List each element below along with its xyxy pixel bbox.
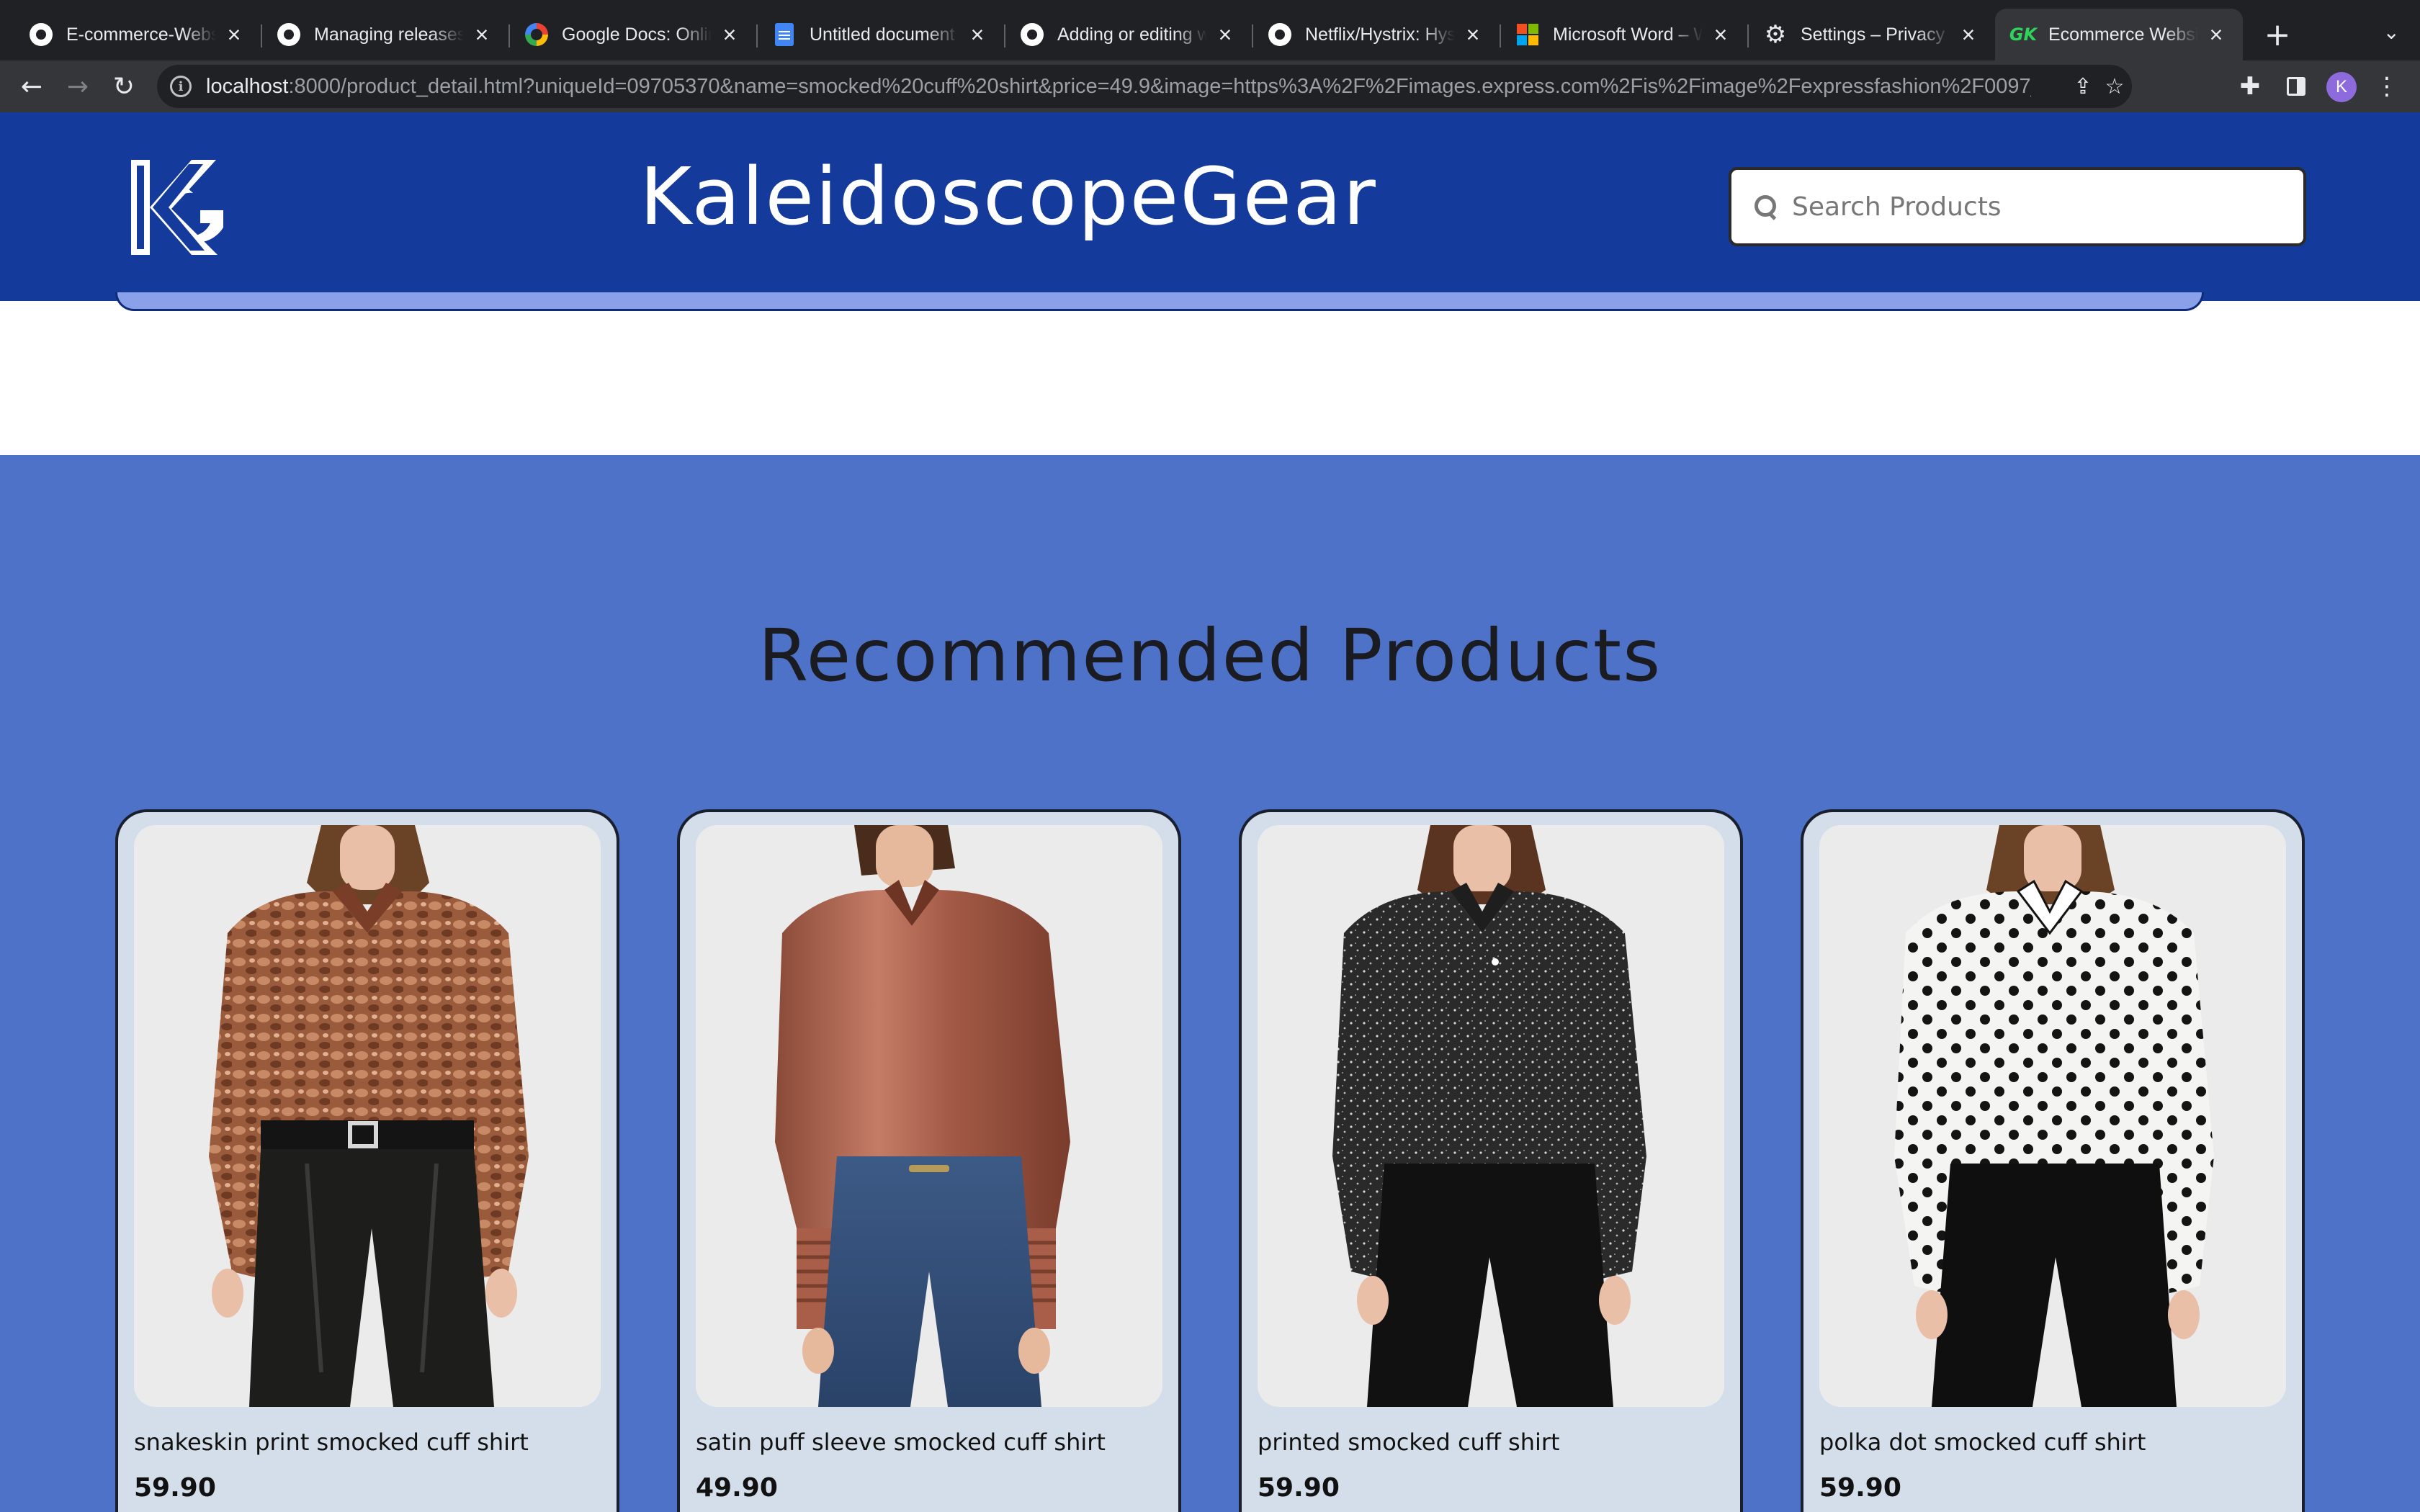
microsoft-icon <box>1515 22 1540 47</box>
profile-avatar[interactable]: K <box>2326 72 2357 102</box>
tab-title: Ecommerce Website <box>2048 24 2198 45</box>
kebab-menu-icon[interactable]: ⋮ <box>2364 63 2410 109</box>
forward-arrow-icon[interactable]: → <box>55 63 101 109</box>
share-icon[interactable]: ⇪ <box>2070 73 2096 99</box>
bookmark-star-icon[interactable]: ☆ <box>2102 73 2128 99</box>
tab-title: Netflix/Hystrix: Hystrix <box>1305 24 1455 45</box>
close-icon[interactable]: × <box>719 23 740 46</box>
printed-shirt-photo <box>1258 825 1724 1407</box>
google-icon <box>524 22 549 47</box>
search-box[interactable] <box>1729 167 2306 246</box>
close-icon[interactable]: × <box>223 23 245 46</box>
browser-tab[interactable]: Untitled document × <box>756 9 1004 60</box>
close-icon[interactable]: × <box>1958 23 1979 46</box>
browser-tab-active[interactable]: GK Ecommerce Website × <box>1995 9 2243 60</box>
product-price: 59.90 <box>1819 1473 1901 1503</box>
url-path: :8000/product_detail.html?uniqueId=09705… <box>288 74 2032 98</box>
logo-text: KG <box>131 157 133 158</box>
close-icon[interactable]: × <box>967 23 988 46</box>
extensions-puzzle-icon[interactable]: ✚ <box>2227 63 2273 109</box>
product-name[interactable]: snakeskin print smocked cuff shirt <box>134 1428 602 1456</box>
info-icon[interactable]: i <box>170 76 192 97</box>
product-card[interactable]: polka dot smocked cuff shirt 59.90 <box>1801 809 2305 1512</box>
site-logo[interactable]: KG <box>131 157 228 258</box>
browser-tab[interactable]: Microsoft Word – Work × <box>1500 9 1747 60</box>
brand-name[interactable]: KaleidoscopeGear <box>640 150 1376 243</box>
product-card[interactable]: snakeskin print smocked cuff shirt 59.90 <box>115 809 619 1512</box>
tab-title: E-commerce-Website <box>66 24 216 45</box>
search-input[interactable] <box>1792 192 2282 222</box>
product-name[interactable]: satin puff sleeve smocked cuff shirt <box>696 1428 1164 1456</box>
chevron-down-icon[interactable]: ⌄ <box>2383 20 2400 44</box>
github-icon <box>277 22 301 47</box>
github-icon <box>1020 22 1044 47</box>
tab-title: Adding or editing wikis <box>1057 24 1207 45</box>
new-tab-button[interactable]: + <box>2251 9 2303 60</box>
back-arrow-icon[interactable]: ← <box>9 63 55 109</box>
close-icon[interactable]: × <box>1462 23 1484 46</box>
web-page: KG KaleidoscopeGear Recommended Products <box>0 112 2420 1512</box>
github-icon <box>1268 22 1292 47</box>
address-bar[interactable]: i localhost:8000/product_detail.html?uni… <box>157 65 2132 108</box>
polka-dot-shirt-photo <box>1819 825 2286 1407</box>
browser-tab[interactable]: Adding or editing wikis × <box>1004 9 1252 60</box>
tab-title: Microsoft Word – Work <box>1553 24 1703 45</box>
close-icon[interactable]: × <box>1710 23 1731 46</box>
browser-tab[interactable]: E-commerce-Website × <box>13 9 261 60</box>
gear-icon: ⚙ <box>1764 21 1787 48</box>
browser-tab[interactable]: Managing releases × <box>261 9 508 60</box>
browser-tab[interactable]: Google Docs: Online × <box>508 9 756 60</box>
product-image[interactable] <box>134 825 601 1407</box>
satin-shirt-photo <box>696 825 1162 1407</box>
tab-title: Google Docs: Online <box>562 24 712 45</box>
side-panel-icon[interactable] <box>2273 63 2319 109</box>
browser-tab-strip: E-commerce-Website × Managing releases ×… <box>0 0 2420 60</box>
url-host: localhost <box>206 74 289 98</box>
tab-title: Untitled document <box>810 24 955 45</box>
product-image[interactable] <box>696 825 1162 1407</box>
product-image[interactable] <box>1819 825 2286 1407</box>
product-price: 59.90 <box>1258 1473 1340 1503</box>
product-card[interactable]: printed smocked cuff shirt 59.90 <box>1239 809 1743 1512</box>
browser-tab[interactable]: ⚙ Settings – Privacy and × <box>1747 9 1995 60</box>
product-price: 49.90 <box>696 1473 778 1503</box>
close-icon[interactable]: × <box>471 23 493 46</box>
tab-title: Settings – Privacy and <box>1801 24 1950 45</box>
gk-icon: GK <box>2009 24 2038 45</box>
browser-toolbar: ← → ↻ i localhost:8000/product_detail.ht… <box>0 60 2420 112</box>
tab-title: Managing releases <box>314 24 464 45</box>
github-icon <box>29 22 53 47</box>
search-icon <box>1753 194 1779 220</box>
recommended-section: Recommended Products snakeskin print smo… <box>0 455 2420 1512</box>
close-icon[interactable]: × <box>1214 23 1236 46</box>
product-name[interactable]: polka dot smocked cuff shirt <box>1819 1428 2287 1456</box>
product-card[interactable]: satin puff sleeve smocked cuff shirt 49.… <box>677 809 1181 1512</box>
header-bottom-strip <box>115 292 2204 311</box>
site-header: KG KaleidoscopeGear <box>0 112 2420 301</box>
product-price: 59.90 <box>134 1473 216 1503</box>
close-icon[interactable]: × <box>2205 23 2227 46</box>
browser-tab[interactable]: Netflix/Hystrix: Hystrix × <box>1252 9 1500 60</box>
docs-icon <box>772 22 797 47</box>
product-image[interactable] <box>1258 825 1724 1407</box>
product-name[interactable]: printed smocked cuff shirt <box>1258 1428 1726 1456</box>
reload-icon[interactable]: ↻ <box>101 63 147 109</box>
section-title: Recommended Products <box>758 613 1662 698</box>
snakeskin-shirt-photo <box>134 825 601 1407</box>
